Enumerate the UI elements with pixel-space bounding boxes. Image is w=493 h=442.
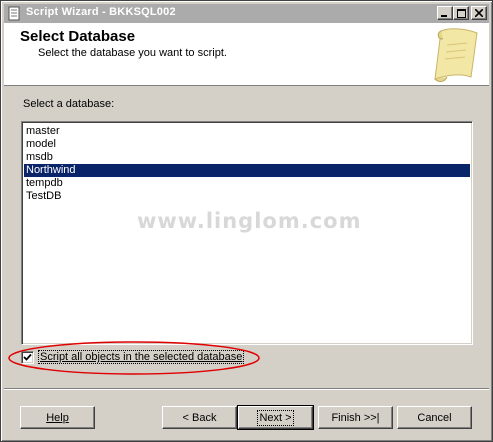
- close-icon: [475, 9, 483, 17]
- maximize-button[interactable]: [453, 6, 469, 20]
- list-item-model[interactable]: model: [24, 138, 470, 151]
- minimize-icon: [441, 15, 447, 17]
- select-database-label: Select a database:: [23, 98, 114, 110]
- list-item-tempdb[interactable]: tempdb: [24, 177, 470, 190]
- app-icon: [8, 6, 20, 21]
- back-button[interactable]: < Back: [162, 406, 237, 429]
- help-button[interactable]: Help: [20, 406, 95, 429]
- script-wizard-window: Script Wizard - BKKSQL002 Select Databas…: [0, 0, 493, 442]
- help-button-label: Help: [46, 411, 69, 424]
- select-database-label-text: Select a database:: [23, 98, 115, 110]
- minimize-button[interactable]: [437, 6, 453, 20]
- red-highlight-ellipse: [8, 341, 260, 375]
- list-item-northwind[interactable]: Northwind: [24, 164, 470, 177]
- maximize-icon: [456, 8, 466, 18]
- page-subtitle: Select the database you want to script.: [38, 47, 227, 59]
- header-panel: Select Database Select the database you …: [4, 23, 489, 86]
- window-title: Script Wizard - BKKSQL002: [26, 6, 176, 18]
- next-button[interactable]: Next >: [237, 405, 314, 430]
- cancel-button-label: Cancel: [417, 411, 452, 424]
- page-title: Select Database: [20, 28, 136, 45]
- watermark-text: www.linglom.com: [137, 209, 362, 233]
- scroll-icon: [434, 28, 478, 82]
- finish-button-label: Finish >>|: [331, 411, 380, 424]
- finish-button[interactable]: Finish >>|: [318, 406, 393, 429]
- list-item-master[interactable]: master: [24, 125, 470, 138]
- bottom-separator: [4, 388, 489, 390]
- list-item-testdb[interactable]: TestDB: [24, 190, 470, 203]
- list-item-msdb[interactable]: msdb: [24, 151, 470, 164]
- close-button[interactable]: [471, 6, 487, 20]
- database-listbox[interactable]: master model msdb Northwind tempdb TestD…: [21, 121, 473, 345]
- title-bar[interactable]: Script Wizard - BKKSQL002: [4, 4, 489, 23]
- back-button-label: < Back: [182, 411, 217, 424]
- next-button-label: Next >: [257, 409, 294, 426]
- cancel-button[interactable]: Cancel: [397, 406, 472, 429]
